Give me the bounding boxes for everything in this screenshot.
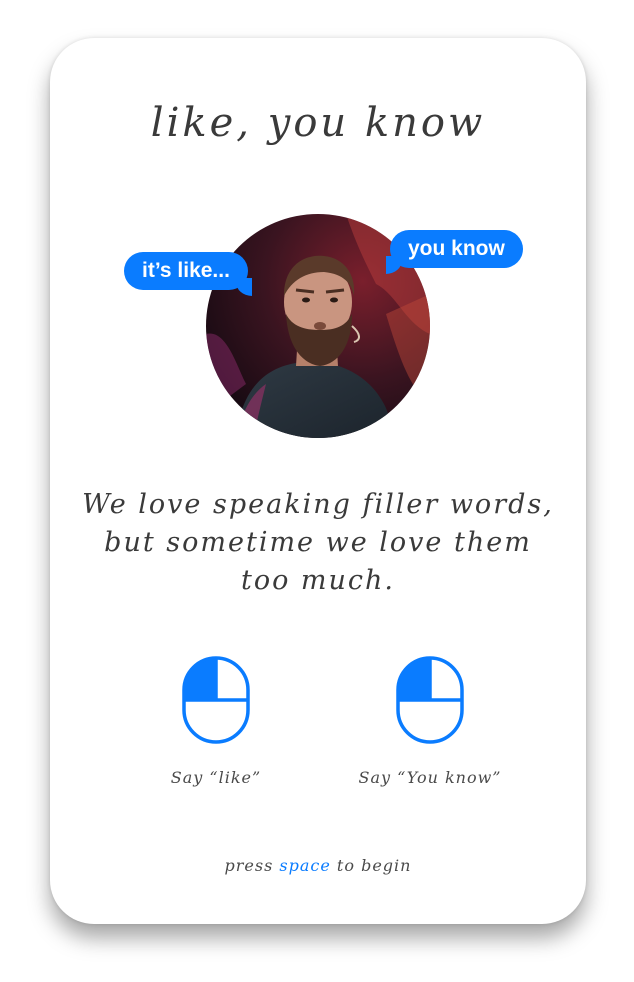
speech-bubble-like: it’s like... bbox=[124, 252, 248, 290]
control-label-you-know: Say “You know” bbox=[358, 768, 502, 787]
start-hint: press space to begin bbox=[50, 856, 586, 875]
tagline-text: We love speaking filler words, but somet… bbox=[82, 489, 554, 596]
mouse-left-click-icon bbox=[396, 656, 464, 744]
intro-card: like, you know it’s like... you know We … bbox=[50, 38, 586, 924]
space-key-label: space bbox=[279, 856, 331, 875]
speech-bubble-you-know: you know bbox=[386, 230, 523, 274]
page-title: like, you know bbox=[150, 100, 486, 146]
hint-suffix: to begin bbox=[336, 856, 412, 875]
hint-prefix: press bbox=[224, 856, 274, 875]
mouse-left-click-icon bbox=[182, 656, 250, 744]
control-label-like: Say “like” bbox=[170, 768, 262, 787]
